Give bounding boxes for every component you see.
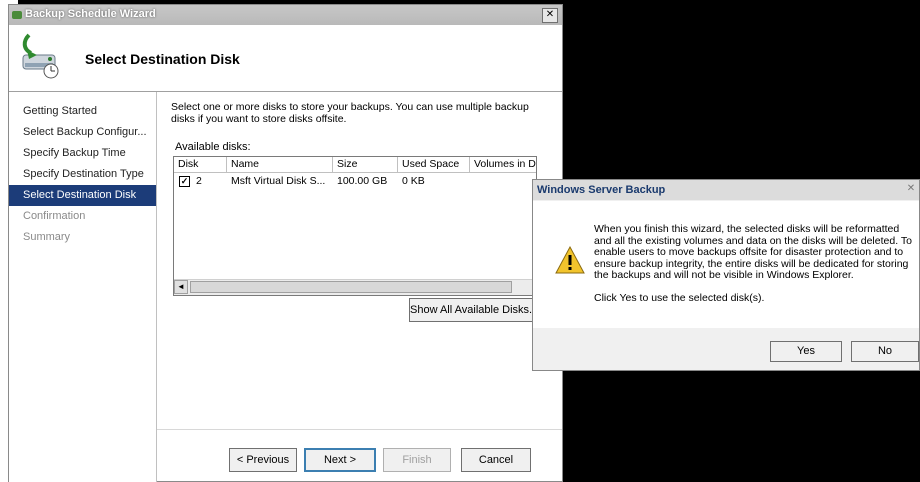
footer-divider xyxy=(157,429,562,430)
previous-button[interactable]: < Previous xyxy=(229,448,297,472)
backup-disk-icon xyxy=(22,33,59,79)
column-volumes[interactable]: Volumes in Dis xyxy=(470,157,536,172)
nav-specify-destination-type[interactable]: Specify Destination Type xyxy=(9,164,156,185)
wizard-steps-nav: Getting Started Select Backup Configur..… xyxy=(9,92,157,482)
scroll-left-icon[interactable]: ◄ xyxy=(174,280,188,294)
backup-schedule-wizard-window: Backup Schedule Wizard ✕ Select Destinat… xyxy=(8,4,563,482)
column-disk[interactable]: Disk xyxy=(174,157,227,172)
wizard-header: Select Destination Disk xyxy=(9,25,562,92)
next-button[interactable]: Next > xyxy=(304,448,376,472)
windows-server-backup-dialog: Windows Server Backup ✕ When you finish … xyxy=(532,179,920,371)
cancel-button[interactable]: Cancel xyxy=(461,448,531,472)
finish-button: Finish xyxy=(383,448,451,472)
dialog-message: When you finish this wizard, the selecte… xyxy=(594,223,912,304)
wizard-titlebar[interactable]: Backup Schedule Wizard ✕ xyxy=(9,5,562,25)
column-name[interactable]: Name xyxy=(227,157,333,172)
close-icon[interactable]: ✕ xyxy=(542,8,558,23)
available-disks-label: Available disks: xyxy=(175,141,251,153)
dialog-title: Windows Server Backup xyxy=(537,184,666,196)
column-size[interactable]: Size xyxy=(333,157,398,172)
disk-used-space: 0 KB xyxy=(402,175,425,187)
confirm-prompt: Click Yes to use the selected disk(s). xyxy=(594,291,765,304)
yes-button[interactable]: Yes xyxy=(770,341,842,362)
wizard-title: Backup Schedule Wizard xyxy=(25,8,156,20)
dialog-close-icon[interactable]: ✕ xyxy=(905,183,917,196)
disk-checkbox[interactable]: ✓ xyxy=(179,176,190,187)
disk-size: 100.00 GB xyxy=(337,175,388,187)
list-header: Disk Name Size Used Space Volumes in Dis xyxy=(174,157,536,173)
disk-name: Msft Virtual Disk S... xyxy=(231,175,326,187)
dialog-titlebar[interactable]: Windows Server Backup ✕ xyxy=(533,180,919,200)
nav-select-destination-disk[interactable]: Select Destination Disk xyxy=(9,185,156,206)
available-disks-list[interactable]: Disk Name Size Used Space Volumes in Dis… xyxy=(173,156,537,296)
horizontal-scrollbar[interactable]: ◄ xyxy=(174,279,536,295)
wizard-content: Select one or more disks to store your b… xyxy=(157,92,562,481)
column-used-space[interactable]: Used Space xyxy=(398,157,470,172)
disk-number: 2 xyxy=(196,175,202,187)
page-title: Select Destination Disk xyxy=(85,51,240,67)
nav-getting-started[interactable]: Getting Started xyxy=(9,101,156,122)
warning-message: When you finish this wizard, the selecte… xyxy=(594,223,912,281)
scroll-thumb[interactable] xyxy=(190,281,512,293)
nav-specify-backup-time[interactable]: Specify Backup Time xyxy=(9,143,156,164)
warning-icon xyxy=(555,246,585,274)
nav-summary: Summary xyxy=(23,231,71,243)
instructions-text: Select one or more disks to store your b… xyxy=(171,101,529,125)
nav-select-backup-configuration[interactable]: Select Backup Configur... xyxy=(9,122,156,143)
nav-confirmation: Confirmation xyxy=(23,210,86,222)
show-all-disks-button[interactable]: Show All Available Disks... xyxy=(409,298,538,322)
dialog-body: When you finish this wizard, the selecte… xyxy=(533,201,919,328)
table-row[interactable]: ✓ 2 Msft Virtual Disk S... 100.00 GB 0 K… xyxy=(174,174,536,188)
no-button[interactable]: No xyxy=(851,341,919,362)
app-icon xyxy=(12,11,22,19)
